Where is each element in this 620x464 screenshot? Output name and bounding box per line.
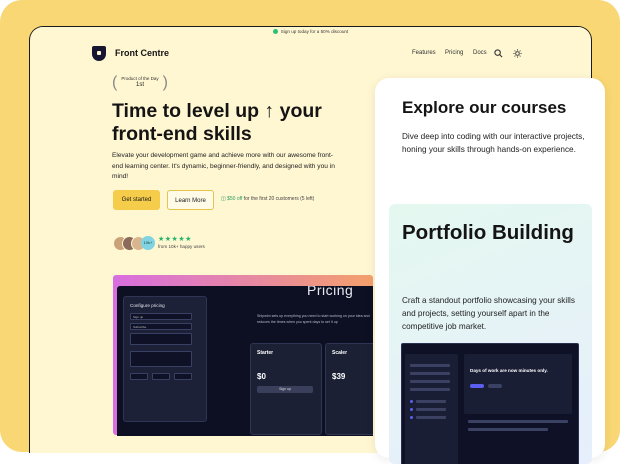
get-started-button[interactable]: Get started [113,190,160,210]
nav-link-features[interactable]: Features [412,50,436,56]
courses-title: Explore our courses [402,98,567,117]
pricing-subtext: Shipwim sets up everything you need to s… [257,314,370,324]
avatar-count-badge: 10k+ [141,236,155,250]
portfolio-preview-screenshot: Days of work are now minutes only. [401,343,579,464]
explore-courses-card: Explore our courses Dive deep into codin… [375,78,605,464]
dark-app-screenshot: Configure pricing Sign up Subscribe Pric… [117,286,373,436]
mini-row [410,388,450,391]
rating-stars: ★★★★★ [158,236,192,243]
mini-dot [410,408,413,411]
config-textarea [130,351,192,367]
promo-banner[interactable]: Sign up today for a 50% discount [30,27,591,37]
mini-row [416,400,446,403]
plan-name: Starter [257,350,274,356]
product-of-the-day-badge: ( Product of the Day 1st ) [112,72,168,96]
config-title: Configure pricing [130,303,165,308]
happy-users-text: from 10k+ happy users [158,244,205,249]
plan-price: $39 [332,372,346,381]
learn-more-button[interactable]: Learn More [167,190,214,210]
config-price [152,373,170,380]
mini-button [470,384,484,388]
award-rank: 1st [135,82,144,88]
config-field: Subscribe [130,323,192,330]
award-label: Product of the Day [121,76,159,81]
sun-icon[interactable] [513,49,522,60]
laurel-left-icon: ( [112,74,118,91]
mini-row [410,364,450,367]
mini-row [416,416,446,419]
plan-price: $0 [257,372,266,381]
gift-icon: ◫ [221,196,226,202]
mini-dot [410,416,413,419]
top-navigation: Front Centre Features Pricing Docs [30,37,591,71]
mini-dot [410,400,413,403]
portfolio-title: Portfolio Building [402,221,574,244]
search-icon[interactable] [494,49,503,60]
portfolio-description: Craft a standout portfolio showcasing yo… [402,296,575,331]
laurel-right-icon: ) [162,74,168,91]
promo-icon [272,29,278,35]
offer-highlight: $50 off [227,196,243,202]
hero-description: Elevate your development game and achiev… [112,152,335,180]
pricing-heading: Pricing [307,286,354,298]
brand-name[interactable]: Front Centre [115,48,169,58]
mini-row [416,408,446,411]
plan-card-scaler: Scaler $39 [325,343,373,435]
mini-row [468,420,568,423]
config-field: Sign up [130,313,192,320]
brand-logo-icon[interactable] [92,46,106,61]
config-price [174,373,192,380]
hero-title: Time to level up ↑ your front-end skills [112,100,322,145]
configure-pricing-panel: Configure pricing Sign up Subscribe [123,296,207,422]
discount-offer: ◫ $50 off for the first 20 customers (5 … [221,196,314,202]
plan-card-starter: Starter $0 Sign up [250,343,322,435]
mini-row [468,428,548,431]
mini-button [488,384,502,388]
config-textarea [130,333,192,345]
offer-text: for the first 20 customers (5 left) [243,196,315,202]
plan-signup-button[interactable]: Sign up [257,386,313,393]
portfolio-building-card[interactable]: Portfolio Building Craft a standout port… [389,204,592,464]
promo-text: Sign up today for a 50% discount [280,29,349,34]
config-price [130,373,148,380]
nav-link-docs[interactable]: Docs [473,50,487,56]
mini-row [410,372,450,375]
nav-link-pricing[interactable]: Pricing [445,50,463,56]
plan-name: Scaler [332,350,348,356]
pricing-app-preview: Configure pricing Sign up Subscribe Pric… [113,275,373,436]
mini-headline: Days of work are now minutes only. [470,368,548,373]
user-avatars: 10k+ [113,236,155,251]
mini-row [410,380,450,383]
courses-description: Dive deep into coding with our interacti… [402,132,585,154]
